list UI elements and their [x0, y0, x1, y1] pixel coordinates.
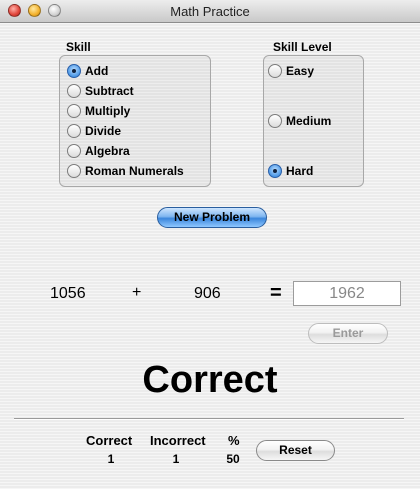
level-option-medium[interactable]: Medium: [268, 114, 331, 128]
window-title: Math Practice: [170, 4, 250, 19]
skill-option-label: Add: [85, 64, 109, 78]
operator-symbol: +: [132, 284, 142, 301]
radio-icon[interactable]: [67, 124, 81, 138]
radio-selected-icon[interactable]: [67, 64, 81, 78]
skill-level-group-label: Skill Level: [273, 40, 332, 54]
skill-option-label: Algebra: [85, 144, 130, 158]
radio-icon[interactable]: [268, 64, 282, 78]
level-option-hard[interactable]: Hard: [268, 164, 313, 178]
skill-option-divide[interactable]: Divide: [67, 124, 121, 138]
correct-count-label: Correct: [86, 433, 133, 448]
skill-option-add[interactable]: Add: [67, 64, 108, 78]
new-problem-button[interactable]: New Problem: [157, 207, 267, 228]
operand-1: 1056: [50, 285, 86, 302]
reset-button[interactable]: Reset: [256, 440, 335, 461]
incorrect-count-label: Incorrect: [150, 433, 206, 448]
skill-option-multiply[interactable]: Multiply: [67, 104, 130, 118]
skill-option-label: Multiply: [85, 104, 131, 118]
enter-button[interactable]: Enter: [308, 323, 388, 344]
answer-field[interactable]: 1962: [293, 281, 401, 306]
skill-option-subtract[interactable]: Subtract: [67, 84, 134, 98]
radio-icon[interactable]: [67, 84, 81, 98]
radio-icon[interactable]: [67, 164, 81, 178]
skill-group-label: Skill: [66, 40, 91, 54]
equals-symbol: =: [270, 282, 282, 304]
level-option-label: Easy: [286, 64, 315, 78]
level-option-label: Medium: [286, 114, 332, 128]
incorrect-count-value: 1: [172, 452, 180, 466]
correct-count-value: 1: [107, 452, 115, 466]
skill-option-label: Subtract: [85, 84, 134, 98]
skill-option-label: Roman Numerals: [85, 164, 184, 178]
percent-value: 50: [226, 452, 240, 466]
skill-option-label: Divide: [85, 124, 122, 138]
result-message: Correct: [142, 359, 278, 401]
radio-icon[interactable]: [268, 114, 282, 128]
title-bar[interactable]: Math Practice: [0, 0, 420, 23]
radio-icon[interactable]: [67, 144, 81, 158]
skill-option-roman-numerals[interactable]: Roman Numerals: [67, 164, 184, 178]
skill-option-algebra[interactable]: Algebra: [67, 144, 130, 158]
radio-selected-icon[interactable]: [268, 164, 282, 178]
radio-icon[interactable]: [67, 104, 81, 118]
level-option-easy[interactable]: Easy: [268, 64, 314, 78]
level-option-label: Hard: [286, 164, 314, 178]
percent-label: %: [228, 433, 240, 448]
operand-2: 906: [194, 285, 221, 302]
divider: [14, 418, 404, 420]
